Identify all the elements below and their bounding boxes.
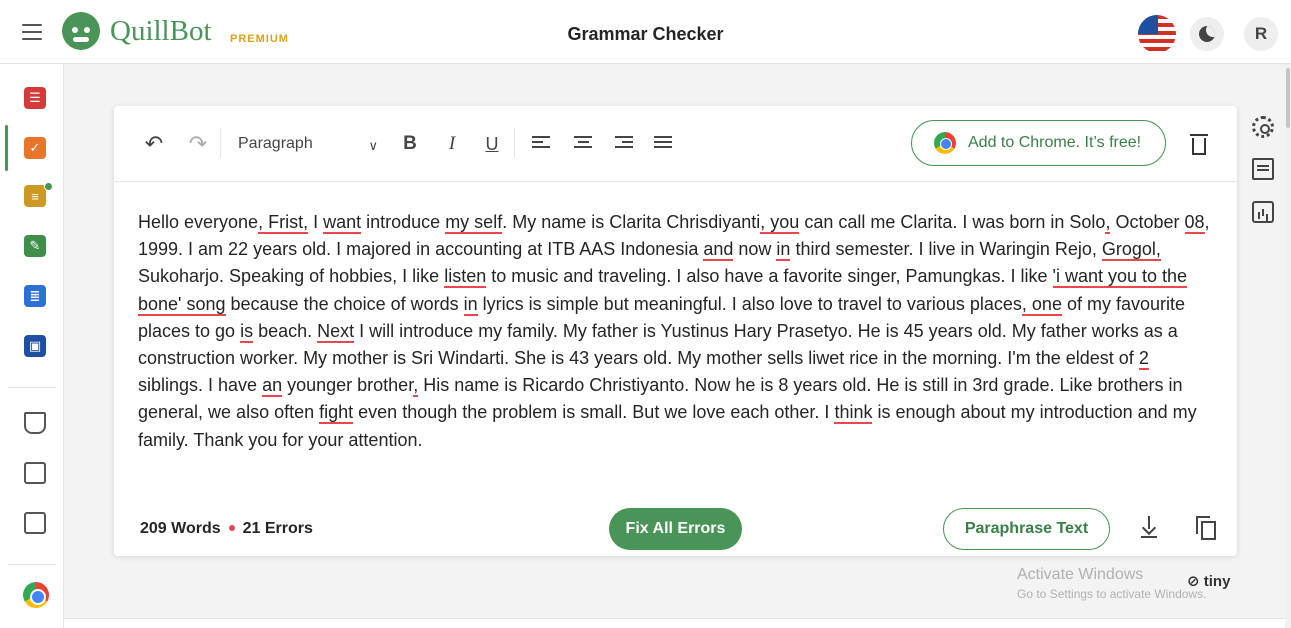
grammar-error-highlight[interactable]: , one <box>1021 293 1062 316</box>
feedback-comment-icon[interactable] <box>1252 158 1274 180</box>
fix-all-errors-button[interactable]: Fix All Errors <box>609 508 742 550</box>
grammar-error-highlight[interactable]: 2 <box>1138 348 1149 371</box>
grammar-error-highlight[interactable]: , you <box>760 212 800 234</box>
underline-button[interactable]: U <box>483 132 501 156</box>
dark-mode-toggle[interactable] <box>1190 17 1224 51</box>
plagiarism-checker-icon[interactable]: ≡ <box>24 185 46 207</box>
align-justify-icon[interactable] <box>654 136 672 152</box>
tiny-label: tiny <box>1203 573 1231 590</box>
grammar-error-highlight[interactable]: and <box>703 239 734 262</box>
graduation-cap-icon[interactable] <box>24 412 46 434</box>
paraphrase-text-button[interactable]: Paraphrase Text <box>943 508 1110 550</box>
page-scrollbar[interactable] <box>1285 64 1291 628</box>
text-segment: I <box>308 212 324 232</box>
us-flag-language-icon[interactable] <box>1138 15 1176 53</box>
redo-icon[interactable]: ↷ <box>188 131 208 156</box>
text-segment: younger brother <box>282 375 414 396</box>
grammar-error-highlight[interactable]: Next <box>317 320 355 343</box>
text-segment: Hello everyone <box>138 212 259 232</box>
layout-icon[interactable] <box>24 512 46 534</box>
page-title: Grammar Checker <box>567 24 724 44</box>
align-left-icon[interactable] <box>532 136 550 152</box>
notebook-icon[interactable] <box>24 462 46 484</box>
text-segment: now <box>733 239 777 260</box>
active-tool-indicator <box>5 125 8 171</box>
app-header: QuillBot PREMIUM Grammar Checker R <box>0 0 1291 64</box>
windows-activation-watermark: Activate Windows Go to Settings to activ… <box>1017 566 1206 601</box>
text-segment: October <box>1110 212 1185 232</box>
settings-gear-icon[interactable] <box>1252 116 1274 138</box>
text-segment: siblings. I have <box>138 375 263 396</box>
watermark-subtitle: Go to Settings to activate Windows. <box>1017 587 1207 601</box>
user-avatar[interactable]: R <box>1244 17 1278 51</box>
bottom-panel-edge <box>64 618 1285 628</box>
add-to-chrome-button[interactable]: Add to Chrome. It’s free! <box>911 120 1166 166</box>
italic-button[interactable]: I <box>443 132 461 156</box>
toolbar-divider <box>514 128 515 158</box>
error-bullet <box>228 525 235 531</box>
text-segment: because the choice of words <box>225 293 464 314</box>
summarizer-icon[interactable]: ☰ <box>24 87 46 109</box>
left-tool-rail: ☰ ✓ ≡ ✎ ≣ ▣ <box>0 64 64 628</box>
paragraph-select-label: Paragraph <box>238 135 313 152</box>
editor-footer: 209 Words 21 Errors Fix All Errors Paraph… <box>114 504 1237 556</box>
text-segment: lyrics is simple but meaningful. I also … <box>477 293 1022 314</box>
trash-icon[interactable] <box>1190 132 1208 156</box>
grammar-error-highlight[interactable]: in <box>463 293 478 316</box>
co-writer-icon[interactable]: ✎ <box>24 235 46 257</box>
notification-dot <box>44 182 53 191</box>
align-center-icon[interactable] <box>574 136 592 152</box>
rail-divider <box>8 564 56 565</box>
download-icon[interactable] <box>1141 516 1157 538</box>
grammar-error-highlight[interactable]: , Frist, <box>258 212 309 234</box>
text-segment: can call me Clarita. I was born in Solo <box>799 212 1106 232</box>
error-count[interactable]: 21 Errors <box>243 520 313 537</box>
grammar-error-highlight[interactable]: 08 <box>1184 212 1205 234</box>
watermark-title: Activate Windows <box>1017 566 1144 583</box>
grammar-checker-icon[interactable]: ✓ <box>24 137 46 159</box>
grammar-error-highlight[interactable]: listen <box>444 266 487 289</box>
moon-icon <box>1199 26 1215 42</box>
editor-toolbar: ↶ ↷ Paragraph ∨ B I U Add to Chrome. It’… <box>114 106 1237 182</box>
tiny-editor-logo: ⊘ tiny <box>1187 573 1231 590</box>
grammar-error-highlight[interactable]: is <box>240 320 254 343</box>
grammar-error-highlight[interactable]: an <box>262 375 283 398</box>
text-segment: . My name is Clarita Chrisdiyanti <box>502 212 761 232</box>
add-to-chrome-label: Add to Chrome. It’s free! <box>968 134 1142 151</box>
align-right-icon[interactable] <box>615 136 633 152</box>
paraphraser-icon[interactable]: ≣ <box>24 285 46 307</box>
document-stats: 209 Words 21 Errors <box>140 520 313 538</box>
chevron-down-icon: ∨ <box>368 138 378 153</box>
undo-icon[interactable]: ↶ <box>144 131 164 156</box>
chrome-icon <box>934 132 956 154</box>
chrome-extension-icon[interactable] <box>23 582 49 608</box>
grammar-error-highlight[interactable]: my self <box>445 212 503 234</box>
grammar-error-highlight[interactable]: want <box>323 212 362 234</box>
grammar-error-highlight[interactable]: fight <box>319 402 354 425</box>
editor-card: ↶ ↷ Paragraph ∨ B I U Add to Chrome. It’… <box>114 106 1237 556</box>
text-segment: even though the problem is small. But we… <box>353 402 835 423</box>
statistics-chart-icon[interactable] <box>1252 201 1274 223</box>
grammar-error-highlight[interactable]: in <box>776 239 791 262</box>
bold-button[interactable]: B <box>401 132 419 156</box>
text-segment: beach. <box>253 320 318 341</box>
editor-text-area[interactable]: Hello everyone, Frist, I want introduce … <box>138 209 1218 454</box>
text-segment: Sukoharjo. Speaking of hobbies, I like <box>138 266 445 287</box>
word-count: 209 Words <box>140 520 221 537</box>
text-segment: introduce <box>361 212 446 232</box>
text-segment: third semester. I live in Waringin Rejo, <box>790 239 1102 260</box>
copy-icon[interactable] <box>1196 516 1218 540</box>
grammar-error-highlight[interactable]: think <box>834 402 873 425</box>
toolbar-divider <box>220 128 221 158</box>
grammar-error-highlight[interactable]: Grogol, <box>1101 239 1161 262</box>
citation-generator-icon[interactable]: ▣ <box>24 335 46 357</box>
rail-divider <box>8 387 56 388</box>
text-segment: to music and traveling. I also have a fa… <box>486 266 1053 287</box>
paragraph-style-select[interactable]: Paragraph ∨ <box>238 132 382 156</box>
